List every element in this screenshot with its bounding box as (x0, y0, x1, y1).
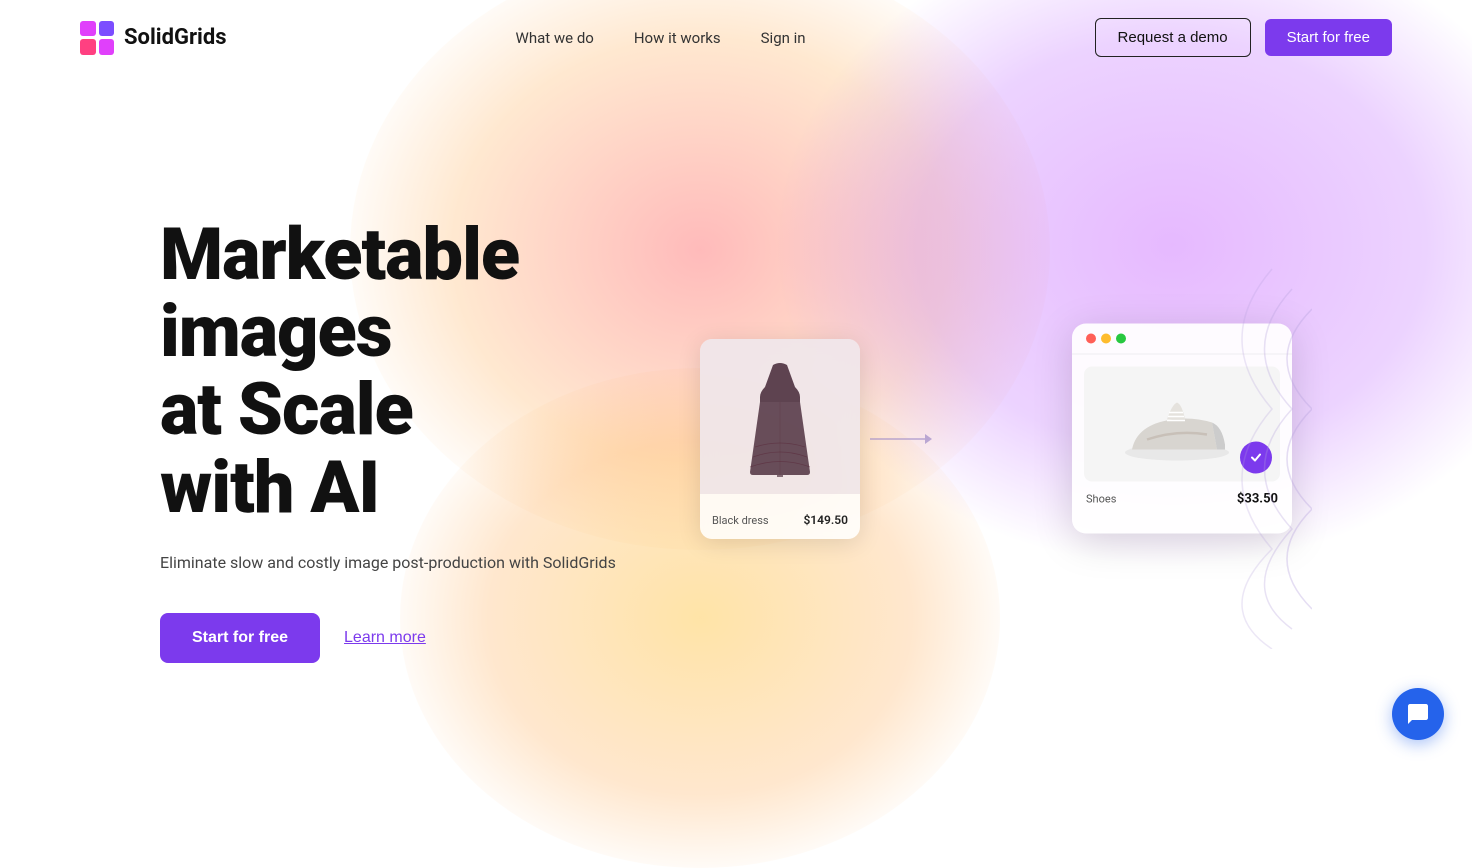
hero-title-line4: with AI (160, 445, 379, 530)
logo-grid-icon (80, 21, 114, 55)
shoe-label-text: Shoes (1086, 493, 1116, 506)
nav-link-how-it-works[interactable]: How it works (634, 29, 721, 47)
dress-info-row: Black dress $149.50 (712, 513, 848, 527)
browser-dot-green (1116, 334, 1126, 344)
browser-titlebar (1072, 324, 1292, 355)
hero-buttons: Start for free Learn more (160, 613, 640, 663)
logo-text: SolidGrids (124, 25, 227, 50)
logo-cell-1 (80, 21, 96, 37)
hero-section: Marketable images at Scale with AI Elimi… (0, 75, 1472, 763)
chat-icon (1406, 702, 1430, 726)
hero-title-line1: Marketable (160, 212, 519, 297)
browser-mockup: Shoes $33.50 (1072, 324, 1292, 534)
nav-actions: Request a demo Start for free (1095, 18, 1392, 57)
learn-more-button[interactable]: Learn more (344, 629, 426, 647)
nav-links: What we do How it works Sign in (516, 29, 806, 47)
hero-title-line3: at Scale (160, 367, 413, 452)
shoe-circle-overlay (1240, 442, 1272, 474)
shoe-image (1084, 367, 1280, 482)
logo-bold: Solid (124, 25, 174, 50)
shoe-info-row: Shoes $33.50 (1084, 492, 1280, 507)
shoe-price-text: $33.50 (1237, 492, 1278, 507)
logo-light: Grids (174, 25, 227, 50)
arrow-connector (870, 434, 932, 444)
chat-button[interactable] (1392, 688, 1444, 740)
shoe-svg-icon (1117, 384, 1247, 464)
dress-image (700, 339, 860, 494)
hero-subtitle: Eliminate slow and costly image post-pro… (160, 551, 640, 575)
dress-label-text: Black dress (712, 514, 769, 527)
browser-dot-red (1086, 334, 1096, 344)
start-for-free-nav-button[interactable]: Start for free (1265, 19, 1392, 56)
hero-title-line2: images (160, 289, 392, 374)
logo-cell-4 (99, 39, 115, 55)
dress-svg-icon (745, 357, 815, 477)
check-icon (1249, 451, 1263, 465)
start-for-free-hero-button[interactable]: Start for free (160, 613, 320, 663)
nav-link-what-we-do[interactable]: What we do (516, 29, 594, 47)
browser-body: Shoes $33.50 (1072, 355, 1292, 519)
hero-left: Marketable images at Scale with AI Elimi… (160, 216, 640, 663)
logo-cell-2 (99, 21, 115, 37)
hero-title: Marketable images at Scale with AI (160, 216, 640, 527)
dress-price-text: $149.50 (803, 513, 848, 527)
logo-cell-3 (80, 39, 96, 55)
logo[interactable]: SolidGrids (80, 21, 227, 55)
arrow-line (870, 438, 925, 440)
hero-right: Black dress $149.50 (640, 229, 1312, 649)
dress-product-card: Black dress $149.50 (700, 339, 860, 539)
nav-link-sign-in[interactable]: Sign in (761, 29, 806, 47)
request-demo-button[interactable]: Request a demo (1095, 18, 1251, 57)
arrow-head (925, 434, 932, 444)
browser-dot-yellow (1101, 334, 1111, 344)
navbar: SolidGrids What we do How it works Sign … (0, 0, 1472, 75)
